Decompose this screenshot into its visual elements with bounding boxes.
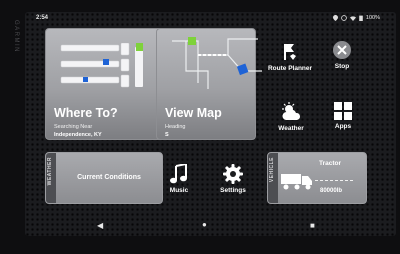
apps-label: Apps [334, 123, 352, 130]
stop-icon [333, 41, 351, 59]
where-to-location: Independence, KY [54, 132, 102, 138]
weather-button[interactable]: Weather [269, 102, 313, 132]
back-button[interactable]: ◀ [97, 221, 103, 230]
weather-label: Weather [278, 125, 304, 132]
where-to-sub-label: Searching Near [54, 124, 93, 130]
view-map-title: View Map [165, 106, 222, 120]
home-button[interactable]: ● [202, 220, 207, 229]
heading-value: S [165, 132, 169, 138]
where-to-tile[interactable]: Where To? Searching Near Independence, K… [45, 28, 163, 140]
settings-label: Settings [220, 187, 246, 194]
vehicle-tab-label: VEHICLE [269, 157, 275, 183]
current-conditions-label: Current Conditions [77, 174, 141, 181]
battery-icon [359, 15, 363, 21]
route-planner-label: Route Planner [267, 65, 313, 72]
navigation-bar: ◀ ● ■ [25, 216, 396, 236]
vehicle-divider [315, 180, 353, 181]
gear-icon [223, 164, 243, 184]
music-button[interactable]: Music [163, 164, 195, 194]
screen: 2:54 100% Where To? Searching Near Indep… [25, 12, 396, 236]
wifi-icon [349, 15, 356, 21]
weather-side-tab: WEATHER [46, 153, 56, 203]
stop-button[interactable]: Stop [322, 40, 362, 70]
weather-tab-label: WEATHER [47, 157, 53, 186]
music-label: Music [169, 187, 189, 194]
current-conditions-tile[interactable]: WEATHER Current Conditions [45, 152, 163, 204]
status-time: 2:54 [36, 15, 49, 21]
status-bar: 2:54 100% [25, 12, 396, 26]
vehicle-weight: 80000lb [320, 188, 343, 194]
weather-icon [282, 102, 301, 120]
music-note-icon [170, 164, 187, 184]
device-brand-text: GARMIN [13, 20, 19, 53]
recents-button[interactable]: ■ [310, 221, 315, 230]
vehicle-name: Tractor [319, 160, 342, 167]
map-illustration [172, 37, 262, 89]
apps-grid-icon [334, 102, 352, 120]
truck-icon [281, 174, 312, 190]
heading-label: Heading [165, 124, 186, 130]
battery-percent: 100% [365, 15, 380, 21]
alarm-icon [341, 15, 347, 21]
vehicle-tile[interactable]: VEHICLE Tractor 80000lb [267, 152, 367, 204]
settings-button[interactable]: Settings [215, 164, 251, 194]
stop-label: Stop [334, 63, 350, 70]
status-icons: 100% [332, 15, 380, 21]
view-map-tile[interactable]: View Map Heading S [156, 28, 262, 140]
route-planner-button[interactable]: Route Planner [265, 42, 315, 72]
location-icon [332, 15, 338, 21]
apps-button[interactable]: Apps [325, 102, 361, 130]
where-to-title: Where To? [54, 106, 118, 120]
route-trucks-illustration [60, 43, 143, 88]
vehicle-side-tab: VEHICLE [268, 153, 278, 203]
route-planner-icon [284, 44, 296, 60]
